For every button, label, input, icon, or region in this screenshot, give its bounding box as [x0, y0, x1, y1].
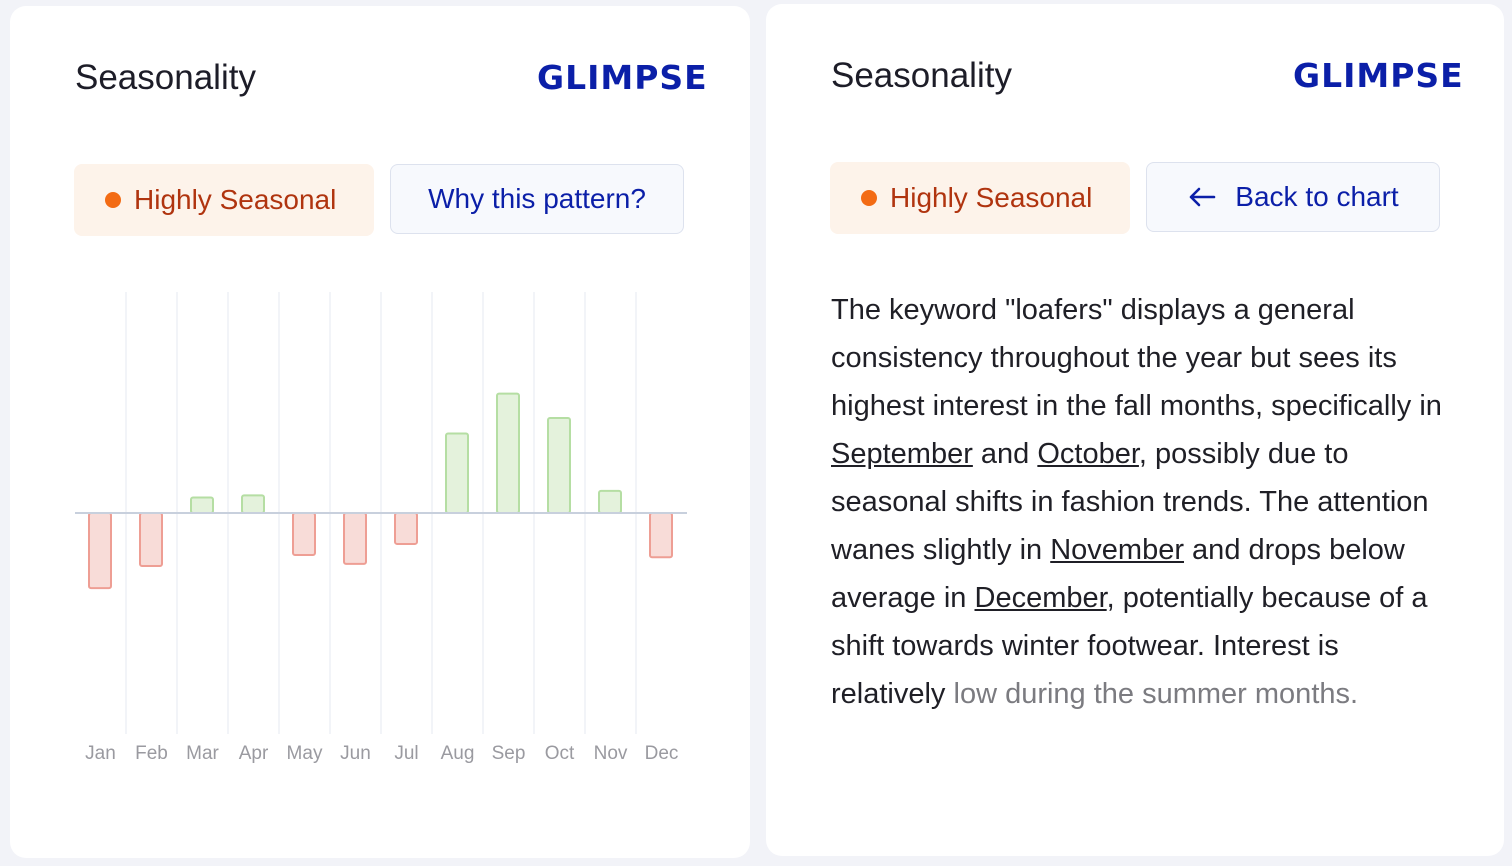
faded-text: low during the summer months. [953, 678, 1359, 710]
x-tick-label: Jun [340, 743, 371, 764]
x-tick-label: Dec [645, 743, 679, 764]
bar-jul [394, 512, 418, 545]
x-tick-label: May [287, 743, 323, 764]
x-tick-label: Feb [135, 743, 168, 764]
bar-apr [241, 494, 265, 515]
bar-dec [649, 512, 673, 559]
bar-aug [445, 432, 469, 514]
glimpse-logo: GLIMPSE [1293, 56, 1464, 95]
bar-oct [547, 416, 571, 514]
bar-feb [139, 512, 163, 568]
seasonality-badge: Highly Seasonal [830, 162, 1130, 234]
card-title: Seasonality [831, 56, 1012, 95]
back-to-chart-button[interactable]: Back to chart [1146, 162, 1440, 232]
bar-mar [190, 496, 214, 514]
explanation-text: The keyword "loafers" displays a general… [831, 286, 1451, 718]
month-link-november[interactable]: November [1050, 534, 1184, 566]
bar-may [292, 512, 316, 556]
text: The keyword "loafers" displays a general… [831, 294, 1442, 422]
x-tick-label: Mar [186, 743, 219, 764]
month-link-september[interactable]: September [831, 438, 973, 470]
status-dot-icon [105, 192, 121, 208]
text: and [972, 438, 1038, 470]
button-label: Back to chart [1235, 181, 1399, 212]
seasonality-bar-chart: Jan Feb Mar Apr May Jun Jul Aug Sep Oct Nov Dec [75, 292, 687, 764]
bar-jun [343, 512, 367, 565]
arrow-left-icon [1189, 187, 1216, 207]
x-tick-label: Jan [85, 743, 116, 764]
month-link-october[interactable]: October [1037, 438, 1139, 470]
seasonality-badge: Highly Seasonal [74, 164, 374, 236]
x-tick-label: Nov [594, 743, 628, 764]
badge-label: Highly Seasonal [134, 184, 337, 215]
seasonality-chart-card: Seasonality GLIMPSE Highly Seasonal Why … [10, 6, 750, 858]
seasonality-explanation-card: Seasonality GLIMPSE Highly Seasonal Back… [766, 4, 1504, 856]
glimpse-logo: GLIMPSE [537, 58, 708, 97]
x-tick-label: Oct [545, 743, 575, 764]
bar-nov [598, 489, 622, 514]
month-link-december[interactable]: December [975, 582, 1107, 614]
bar-sep [496, 392, 520, 514]
why-this-pattern-button[interactable]: Why this pattern? [390, 164, 684, 234]
status-dot-icon [861, 190, 877, 206]
badge-label: Highly Seasonal [890, 182, 1093, 213]
x-tick-label: Sep [492, 743, 526, 764]
x-tick-label: Jul [394, 743, 418, 764]
x-tick-label: Aug [441, 743, 475, 764]
bar-jan [88, 512, 112, 590]
card-title: Seasonality [75, 58, 256, 97]
x-tick-label: Apr [239, 743, 269, 764]
